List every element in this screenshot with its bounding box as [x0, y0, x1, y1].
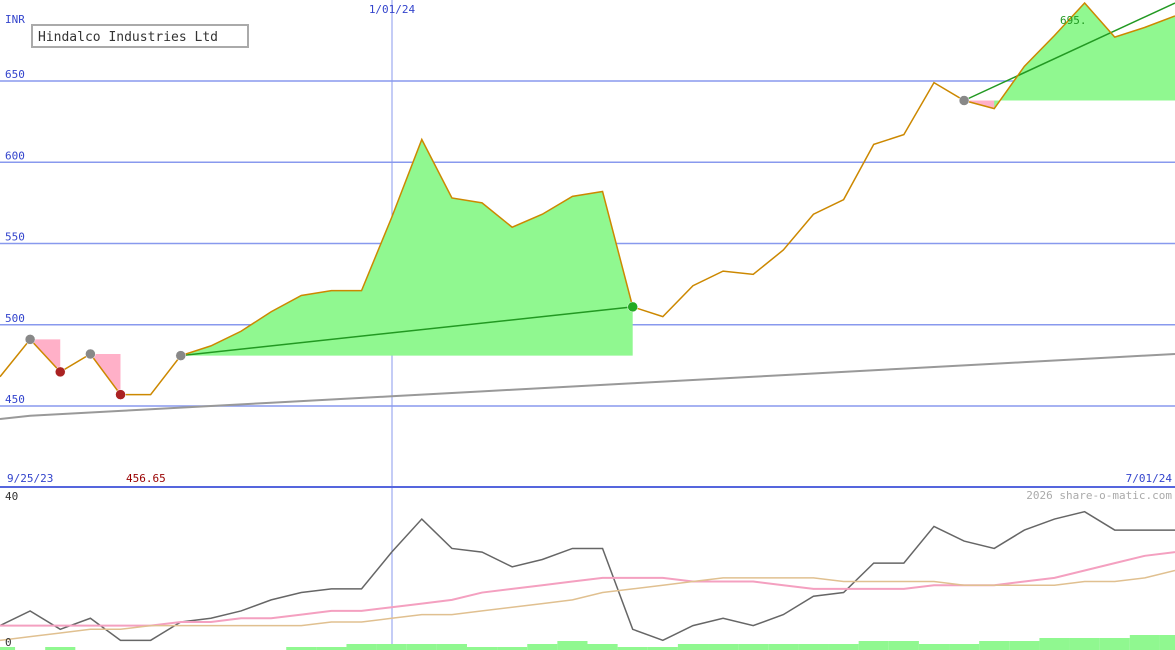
volume-bar: [949, 644, 980, 650]
swing-marker: [115, 389, 126, 400]
volume-bar: [587, 644, 618, 650]
osc-tick-min: 0: [5, 636, 12, 649]
volume-bar: [1129, 635, 1160, 650]
oscillator-panel: 40 0: [0, 490, 1175, 650]
swing-marker: [958, 95, 970, 106]
y-axis-unit: INR: [5, 13, 25, 26]
volume-bar: [1009, 641, 1040, 650]
osc-tick-max: 40: [5, 490, 18, 503]
ma-long-line: [0, 353, 1175, 420]
x-end-label: 7/01/24: [1126, 472, 1173, 485]
volume-bar: [557, 641, 588, 650]
volume-bar: [858, 641, 889, 650]
volume-bars: [0, 635, 1175, 650]
swing-marker: [627, 301, 638, 313]
price-tick-label: 600: [5, 149, 25, 162]
chart-canvas: 450 500 550 600 650 INR 1/01/24 9/25/23 7/01/24 4…: [0, 0, 1175, 650]
chart-title: Hindalco Industries Ltd: [38, 30, 218, 45]
volume-bar: [1099, 638, 1130, 650]
volume-bar: [828, 644, 859, 650]
volume-bar: [1159, 635, 1175, 650]
price-tick-label: 550: [5, 231, 25, 244]
swing-marker: [55, 366, 66, 378]
high-price-annotation: 695.: [1060, 14, 1087, 27]
gain-loss-fills: [30, 3, 1175, 395]
volume-bar: [888, 641, 919, 650]
volume-bar: [346, 644, 377, 650]
volume-bar: [979, 641, 1010, 650]
x-mid-label: 1/01/24: [369, 3, 416, 16]
volume-bar: [918, 644, 950, 650]
volume-bar: [436, 644, 467, 650]
volume-bar: [406, 644, 437, 650]
watermark: 2026 share-o-matic.com: [1026, 489, 1172, 502]
long-moving-average: [0, 353, 1175, 420]
volume-bar: [527, 644, 558, 650]
price-tick-label: 500: [5, 312, 25, 325]
swing-marker: [175, 350, 187, 361]
oscillator-lines: [0, 510, 1175, 642]
volume-bar: [1069, 638, 1100, 650]
price-tick-label: 450: [5, 393, 25, 406]
volume-bar: [738, 644, 769, 650]
volume-bar: [677, 644, 709, 650]
gain-area: [180, 139, 633, 356]
swing-marker: [24, 334, 36, 345]
oscillator-series-line: [0, 510, 1175, 642]
title-box: Hindalco Industries Ltd: [31, 24, 249, 48]
volume-bar: [376, 644, 407, 650]
x-start-label: 9/25/23: [7, 472, 53, 485]
volume-bar: [768, 644, 799, 650]
price-tick-label: 650: [5, 68, 25, 81]
swing-marker: [85, 348, 96, 360]
volume-bar: [708, 644, 739, 650]
oscillator-series-line: [0, 551, 1175, 627]
oscillator-series-line: [0, 569, 1175, 642]
volume-bar: [798, 644, 829, 650]
low-price-annotation: 456.65: [126, 472, 166, 485]
volume-bar: [1039, 638, 1070, 650]
